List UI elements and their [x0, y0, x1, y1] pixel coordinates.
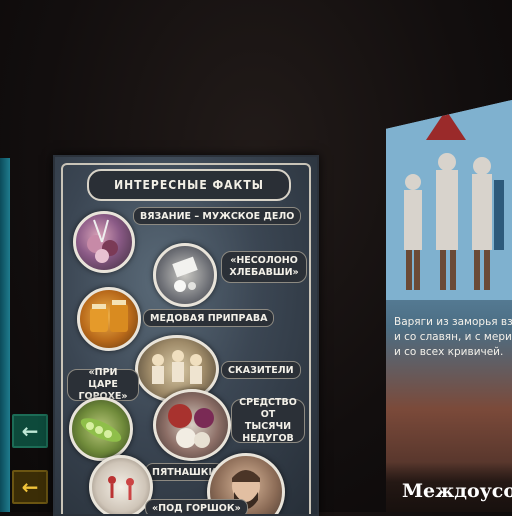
- exit-sign-green: ←: [12, 414, 48, 448]
- fact-remedy: СРЕДСТВО ОТ ТЫСЯЧИ НЕДУГОВ: [231, 397, 305, 444]
- salt-image: [153, 243, 217, 307]
- yarn-balls-image: [73, 211, 135, 273]
- fact-pot-haircut: «ПОД ГОРШОК»: [145, 499, 248, 514]
- caption-line: и со славян, и с мери: [394, 331, 512, 343]
- tag-game-image: [89, 455, 153, 514]
- varangians-poster: Варяги из заморья вз и со славян, и с ме…: [386, 100, 512, 512]
- honey-jars-image: [77, 287, 141, 351]
- garlic-onion-image: [153, 389, 231, 461]
- facts-poster: ИНТЕРЕСНЫЕ ФАКТЫ ВЯЗАНИЕ – МУЖСКОЕ ДЕЛО …: [53, 155, 319, 516]
- warriors-illustration: [386, 100, 512, 300]
- peas-image: [69, 397, 133, 461]
- fact-honey: МЕДОВАЯ ПРИПРАВА: [143, 309, 275, 327]
- fact-storytellers: СКАЗИТЕЛИ: [221, 361, 301, 379]
- caption-line: Варяги из заморья вз: [394, 316, 512, 328]
- arrow-left-icon: ←: [21, 475, 39, 499]
- poster-caption: Варяги из заморья вз и со славян, и с ме…: [394, 315, 512, 360]
- left-edge-banner: [0, 158, 10, 512]
- arrow-left-icon: ←: [21, 419, 39, 443]
- poster-title: ИНТЕРЕСНЫЕ ФАКТЫ: [87, 169, 291, 201]
- fact-unsalted: «НЕСОЛОНО ХЛЕБАВШИ»: [221, 251, 307, 283]
- poster-heading: Междоусо: [402, 480, 512, 502]
- fact-knitting: ВЯЗАНИЕ – МУЖСКОЕ ДЕЛО: [133, 207, 302, 225]
- caption-line: и со всех кривичей.: [394, 346, 504, 358]
- exit-sign-yellow: ←: [12, 470, 48, 504]
